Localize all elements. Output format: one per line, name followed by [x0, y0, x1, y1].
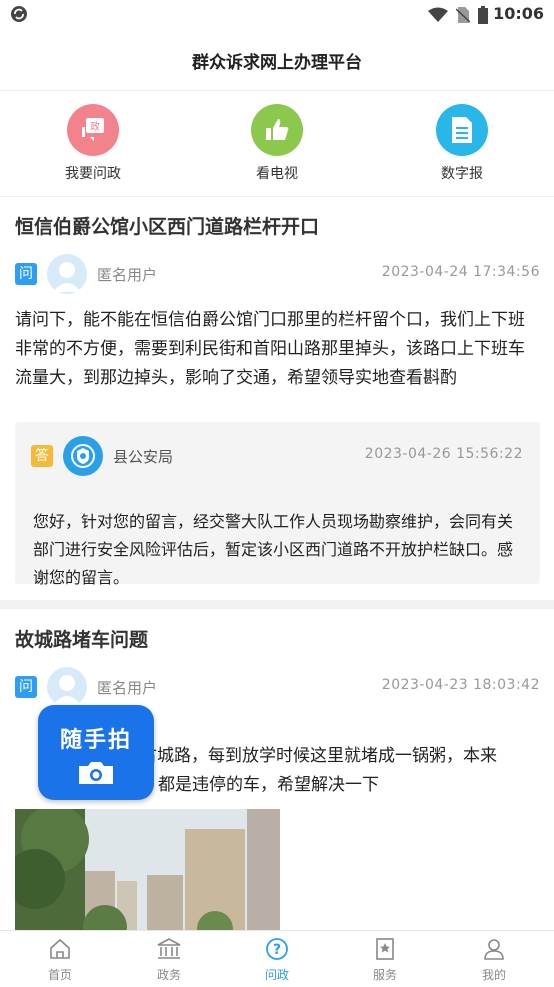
svg-text:政: 政 — [90, 120, 100, 133]
post-title[interactable]: 恒信伯爵公馆小区西门道路栏杆开口 — [15, 212, 319, 239]
quick-link-ask-politics[interactable]: 政 我要问政 — [33, 104, 153, 183]
police-badge-icon — [63, 436, 103, 476]
thumbs-up-icon — [251, 104, 303, 156]
answer-header: 答 县公安局 2023-04-26 15:56:22 — [31, 436, 523, 476]
user-name: 匿名用户 — [97, 266, 158, 284]
tab-government[interactable]: 政务 — [139, 937, 199, 983]
answer-text: 您好，针对您的留言，经交警大队工作人员现场勘察维护，会同有关部门进行安全风险评估… — [33, 512, 514, 587]
user-name: 匿名用户 — [97, 679, 158, 697]
tab-ask[interactable]: ? 问政 — [247, 937, 307, 983]
quick-link-label: 我要问政 — [65, 166, 121, 182]
question-header: 问 匿名用户 2023-04-23 18:03:42 — [15, 667, 540, 707]
home-icon — [48, 938, 72, 965]
tab-label: 服务 — [372, 968, 397, 982]
quick-link-digital-paper[interactable]: 数字报 — [402, 104, 522, 183]
document-icon — [436, 104, 488, 156]
sync-icon — [10, 5, 28, 27]
quick-link-tv[interactable]: 看电视 — [217, 104, 337, 183]
battery-icon — [478, 6, 488, 28]
post-date: 2023-04-24 17:34:56 — [381, 264, 540, 280]
person-icon — [482, 939, 506, 965]
quick-shoot-label: 随手拍 — [59, 728, 132, 753]
no-sim-icon — [455, 7, 471, 27]
wifi-icon — [428, 7, 448, 27]
tab-label: 我的 — [481, 968, 506, 982]
avatar — [47, 667, 87, 707]
question-icon: ? — [265, 938, 289, 965]
tab-label: 政务 — [156, 968, 181, 982]
bottom-tab-bar: 首页 政务 ? 问政 服务 我的 — [0, 930, 554, 987]
department-name: 县公安局 — [113, 448, 174, 466]
answer-tag: 答 — [31, 445, 53, 467]
question-tag: 问 — [15, 676, 37, 698]
tab-label: 首页 — [47, 968, 72, 982]
quick-link-label: 看电视 — [256, 166, 298, 182]
quick-link-label: 数字报 — [441, 166, 483, 182]
clock: 10:06 — [493, 4, 544, 23]
section-divider — [0, 600, 554, 609]
answer-box: 答 县公安局 2023-04-26 15:56:22 您好，针对您的留言，经交警… — [15, 422, 540, 587]
page-title: 群众诉求网上办理平台 — [192, 53, 362, 73]
answer-date: 2023-04-26 15:56:22 — [364, 446, 523, 462]
question-text-line1: 古城路，每到放学时候这里就堵成一锅粥，本来 — [140, 746, 497, 766]
camera-icon — [77, 760, 115, 790]
government-icon — [156, 938, 182, 965]
status-bar: 10:06 — [0, 0, 554, 30]
tab-label: 问政 — [264, 968, 289, 982]
avatar — [47, 254, 87, 294]
quick-links: 政 我要问政 看电视 数字报 — [0, 92, 554, 197]
svg-text:?: ? — [273, 942, 281, 958]
question-tag: 问 — [15, 263, 37, 285]
question-text: 请问下，能不能在恒信伯爵公馆门口那里的栏杆留个口，我们上下班非常的不方便，需要到… — [15, 310, 525, 388]
post-title[interactable]: 故城路堵车问题 — [15, 625, 148, 652]
post-photo[interactable] — [15, 809, 280, 939]
post-date: 2023-04-23 18:03:42 — [381, 677, 540, 693]
tab-home[interactable]: 首页 — [30, 937, 90, 983]
star-bookmark-icon — [373, 938, 397, 965]
tab-service[interactable]: 服务 — [355, 937, 415, 983]
header: 群众诉求网上办理平台 — [0, 30, 554, 91]
politics-chat-icon: 政 — [67, 104, 119, 156]
post-card[interactable]: 恒信伯爵公馆小区西门道路栏杆开口 问 匿名用户 2023-04-24 17:34… — [0, 198, 554, 600]
tab-mine[interactable]: 我的 — [464, 937, 524, 983]
question-header: 问 匿名用户 2023-04-24 17:34:56 — [15, 254, 540, 294]
question-text-line2: 都是违停的车，希望解决一下 — [158, 775, 379, 795]
quick-shoot-button[interactable]: 随手拍 — [38, 705, 154, 800]
